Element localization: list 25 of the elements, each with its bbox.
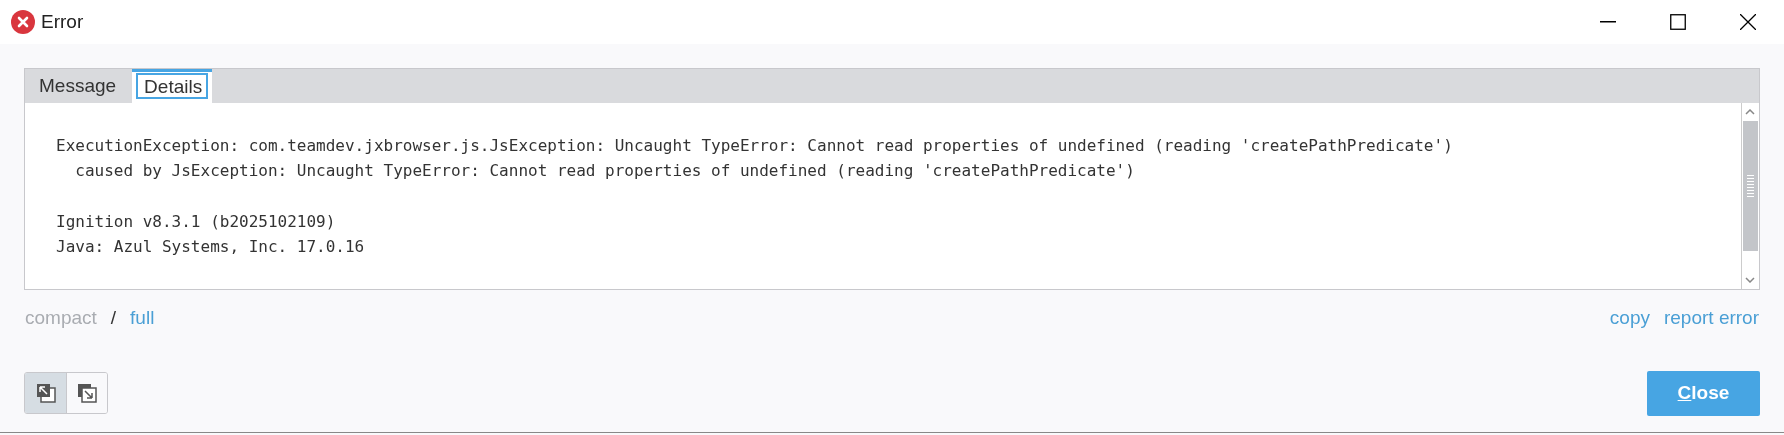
close-button[interactable]: Close bbox=[1647, 370, 1760, 416]
view-toggle-button[interactable] bbox=[25, 373, 66, 413]
detail-line: ExecutionException: com.teamdev.jxbrowser.js.JsException: Uncaught TypeError: Cannot read properties of undefined (reading 'createPathPredicate') bbox=[56, 135, 1454, 157]
tab[interactable]: Message bbox=[26, 69, 130, 103]
scroll-up-icon[interactable] bbox=[1745, 109, 1755, 115]
detail-line: Java: Azul Systems, Inc. 17.0.16 bbox=[56, 236, 366, 258]
error-icon bbox=[11, 10, 35, 34]
collapse-icon bbox=[35, 383, 56, 403]
detail-line: Ignition v8.3.1 (b2025102109) bbox=[56, 211, 337, 233]
action-link[interactable]: copy bbox=[1609, 304, 1650, 333]
minimize-icon[interactable] bbox=[1600, 21, 1616, 23]
view-toggle-button[interactable] bbox=[66, 373, 107, 413]
maximize-icon[interactable] bbox=[1670, 14, 1686, 30]
view-link[interactable]: full bbox=[130, 304, 155, 333]
close-icon[interactable] bbox=[1740, 14, 1756, 30]
scroll-down-icon[interactable] bbox=[1745, 277, 1755, 283]
separator: / bbox=[110, 306, 117, 330]
expand-icon bbox=[77, 383, 97, 403]
view-link[interactable]: compact bbox=[25, 304, 97, 333]
action-link[interactable]: report error bbox=[1663, 304, 1759, 333]
window-title: Error bbox=[41, 9, 84, 34]
detail-line: caused by JsException: Uncaught TypeError: Cannot read properties of undefined (reading 'createPathPredicate') bbox=[74, 160, 1136, 182]
scrollbar-thumb[interactable] bbox=[1742, 121, 1758, 251]
scrollbar[interactable] bbox=[1741, 103, 1758, 289]
tab[interactable]: Details bbox=[132, 69, 213, 103]
